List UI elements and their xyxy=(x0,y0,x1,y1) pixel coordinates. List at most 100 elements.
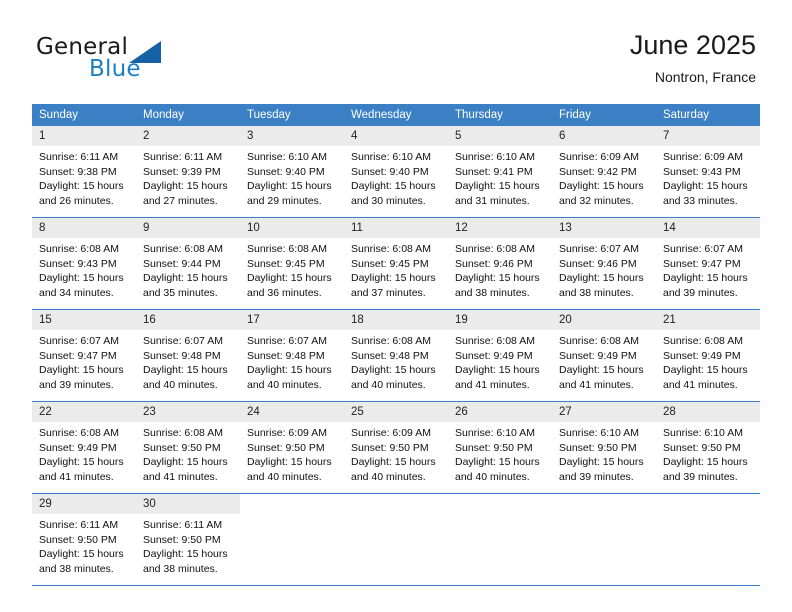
daylight-text-line1: Daylight: 15 hours xyxy=(351,272,436,284)
day-detail[interactable]: Sunrise: 6:08 AM Sunset: 9:49 PM Daylight:… xyxy=(448,330,552,400)
day-number[interactable]: 2 xyxy=(136,126,240,146)
day-detail[interactable]: Sunrise: 6:09 AM Sunset: 9:43 PM Daylight:… xyxy=(656,146,760,216)
calendar-bottom-rule xyxy=(32,584,760,586)
page-title: June 2025 xyxy=(629,30,756,60)
sunrise-text: Sunrise: 6:09 AM xyxy=(663,151,743,163)
sunrise-text: Sunrise: 6:07 AM xyxy=(663,243,743,255)
day-detail[interactable]: Sunrise: 6:10 AM Sunset: 9:50 PM Daylight:… xyxy=(552,422,656,492)
day-number[interactable]: 28 xyxy=(656,401,760,422)
day-number[interactable]: 29 xyxy=(32,493,136,514)
daylight-text-line1: Daylight: 15 hours xyxy=(351,364,436,376)
day-number[interactable]: 4 xyxy=(344,126,448,146)
day-number[interactable]: 26 xyxy=(448,401,552,422)
week-daynumber-row: 1234567 xyxy=(32,126,760,146)
day-number[interactable]: 12 xyxy=(448,217,552,238)
daylight-text-line2: and 41 minutes. xyxy=(455,378,530,391)
day-number[interactable]: 6 xyxy=(552,126,656,146)
day-detail[interactable]: Sunrise: 6:09 AM Sunset: 9:50 PM Daylight:… xyxy=(240,422,344,492)
sunset-text: Sunset: 9:49 PM xyxy=(455,349,533,362)
day-detail[interactable]: Sunrise: 6:08 AM Sunset: 9:45 PM Daylight:… xyxy=(344,238,448,308)
sunrise-text: Sunrise: 6:11 AM xyxy=(39,519,119,531)
day-detail[interactable]: Sunrise: 6:10 AM Sunset: 9:40 PM Daylight:… xyxy=(240,146,344,216)
day-detail[interactable]: Sunrise: 6:08 AM Sunset: 9:43 PM Daylight:… xyxy=(32,238,136,308)
day-number[interactable]: 20 xyxy=(552,309,656,330)
day-number[interactable]: 27 xyxy=(552,401,656,422)
sunrise-text: Sunrise: 6:08 AM xyxy=(351,243,431,255)
day-detail[interactable]: Sunrise: 6:09 AM Sunset: 9:50 PM Daylight:… xyxy=(344,422,448,492)
day-detail[interactable]: Sunrise: 6:08 AM Sunset: 9:45 PM Daylight:… xyxy=(240,238,344,308)
day-number[interactable]: 21 xyxy=(656,309,760,330)
sunset-text: Sunset: 9:44 PM xyxy=(143,257,221,270)
day-detail[interactable]: Sunrise: 6:11 AM Sunset: 9:38 PM Daylight:… xyxy=(32,146,136,216)
daylight-text-line1: Daylight: 15 hours xyxy=(247,272,332,284)
day-number[interactable]: 16 xyxy=(136,309,240,330)
day-detail[interactable]: Sunrise: 6:11 AM Sunset: 9:39 PM Daylight:… xyxy=(136,146,240,216)
sunrise-text: Sunrise: 6:07 AM xyxy=(39,335,119,347)
daylight-text-line2: and 31 minutes. xyxy=(455,194,530,207)
day-detail-empty xyxy=(344,514,448,584)
day-number[interactable]: 18 xyxy=(344,309,448,330)
sunset-text: Sunset: 9:41 PM xyxy=(455,165,533,178)
day-number[interactable]: 24 xyxy=(240,401,344,422)
daylight-text-line2: and 38 minutes. xyxy=(559,286,634,299)
day-detail-empty xyxy=(552,514,656,584)
day-number[interactable]: 22 xyxy=(32,401,136,422)
day-number[interactable]: 13 xyxy=(552,217,656,238)
sunset-text: Sunset: 9:46 PM xyxy=(559,257,637,270)
sunset-text: Sunset: 9:50 PM xyxy=(143,533,221,546)
daylight-text-line2: and 29 minutes. xyxy=(247,194,322,207)
day-number[interactable]: 1 xyxy=(32,126,136,146)
general-blue-logo[interactable]: General Blue xyxy=(36,34,256,90)
sunset-text: Sunset: 9:50 PM xyxy=(247,441,325,454)
day-detail[interactable]: Sunrise: 6:08 AM Sunset: 9:48 PM Daylight:… xyxy=(344,330,448,400)
day-number[interactable]: 15 xyxy=(32,309,136,330)
sunrise-text: Sunrise: 6:07 AM xyxy=(143,335,223,347)
day-number[interactable]: 8 xyxy=(32,217,136,238)
day-detail[interactable]: Sunrise: 6:10 AM Sunset: 9:50 PM Daylight:… xyxy=(448,422,552,492)
day-number[interactable]: 7 xyxy=(656,126,760,146)
daylight-text-line1: Daylight: 15 hours xyxy=(455,456,540,468)
sunset-text: Sunset: 9:46 PM xyxy=(455,257,533,270)
sunset-text: Sunset: 9:49 PM xyxy=(39,441,117,454)
day-number[interactable]: 23 xyxy=(136,401,240,422)
day-detail[interactable]: Sunrise: 6:08 AM Sunset: 9:49 PM Daylight:… xyxy=(552,330,656,400)
day-detail[interactable]: Sunrise: 6:08 AM Sunset: 9:49 PM Daylight:… xyxy=(656,330,760,400)
daylight-text-line1: Daylight: 15 hours xyxy=(351,456,436,468)
day-number[interactable]: 9 xyxy=(136,217,240,238)
day-detail[interactable]: Sunrise: 6:09 AM Sunset: 9:42 PM Daylight:… xyxy=(552,146,656,216)
sunset-text: Sunset: 9:50 PM xyxy=(559,441,637,454)
week-detail-row: Sunrise: 6:08 AM Sunset: 9:49 PM Daylight:… xyxy=(32,422,760,492)
day-detail[interactable]: Sunrise: 6:10 AM Sunset: 9:41 PM Daylight:… xyxy=(448,146,552,216)
day-detail[interactable]: Sunrise: 6:10 AM Sunset: 9:50 PM Daylight:… xyxy=(656,422,760,492)
sunrise-text: Sunrise: 6:08 AM xyxy=(455,243,535,255)
day-detail[interactable]: Sunrise: 6:08 AM Sunset: 9:49 PM Daylight:… xyxy=(32,422,136,492)
day-number[interactable]: 17 xyxy=(240,309,344,330)
day-detail[interactable]: Sunrise: 6:08 AM Sunset: 9:46 PM Daylight:… xyxy=(448,238,552,308)
day-number[interactable]: 19 xyxy=(448,309,552,330)
day-detail[interactable]: Sunrise: 6:07 AM Sunset: 9:47 PM Daylight:… xyxy=(656,238,760,308)
day-number[interactable]: 11 xyxy=(344,217,448,238)
day-detail[interactable]: Sunrise: 6:11 AM Sunset: 9:50 PM Daylight:… xyxy=(136,514,240,584)
day-detail[interactable]: Sunrise: 6:08 AM Sunset: 9:44 PM Daylight:… xyxy=(136,238,240,308)
day-number[interactable]: 3 xyxy=(240,126,344,146)
day-detail[interactable]: Sunrise: 6:10 AM Sunset: 9:40 PM Daylight:… xyxy=(344,146,448,216)
day-detail[interactable]: Sunrise: 6:07 AM Sunset: 9:47 PM Daylight:… xyxy=(32,330,136,400)
day-number[interactable]: 25 xyxy=(344,401,448,422)
day-detail[interactable]: Sunrise: 6:07 AM Sunset: 9:48 PM Daylight:… xyxy=(136,330,240,400)
calendar-header-row: Sunday Monday Tuesday Wednesday Thursday… xyxy=(32,104,760,126)
day-detail-empty xyxy=(240,514,344,584)
sunset-text: Sunset: 9:38 PM xyxy=(39,165,117,178)
daylight-text-line1: Daylight: 15 hours xyxy=(663,272,748,284)
daylight-text-line2: and 39 minutes. xyxy=(39,378,114,391)
day-detail[interactable]: Sunrise: 6:07 AM Sunset: 9:46 PM Daylight:… xyxy=(552,238,656,308)
daylight-text-line1: Daylight: 15 hours xyxy=(39,180,124,192)
day-detail[interactable]: Sunrise: 6:07 AM Sunset: 9:48 PM Daylight:… xyxy=(240,330,344,400)
day-detail[interactable]: Sunrise: 6:11 AM Sunset: 9:50 PM Daylight:… xyxy=(32,514,136,584)
daylight-text-line1: Daylight: 15 hours xyxy=(143,272,228,284)
day-detail[interactable]: Sunrise: 6:08 AM Sunset: 9:50 PM Daylight:… xyxy=(136,422,240,492)
day-number[interactable]: 30 xyxy=(136,493,240,514)
day-number[interactable]: 5 xyxy=(448,126,552,146)
day-number[interactable]: 10 xyxy=(240,217,344,238)
day-number[interactable]: 14 xyxy=(656,217,760,238)
daylight-text-line2: and 40 minutes. xyxy=(143,378,218,391)
